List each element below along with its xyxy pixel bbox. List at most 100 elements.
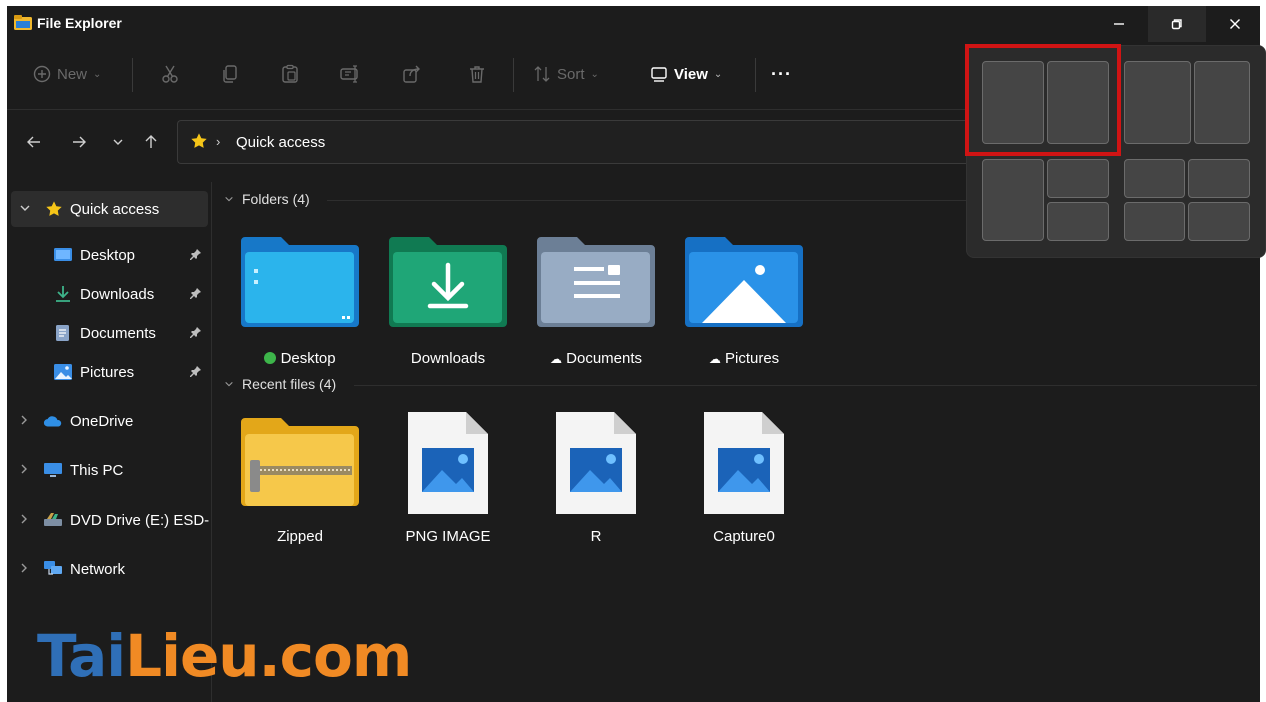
minimize-button[interactable] (1090, 6, 1148, 42)
more-icon: ··· (771, 63, 792, 84)
chevron-down-icon: ⌄ (590, 68, 599, 80)
sidebar-item-dvd-drive[interactable]: DVD Drive (E:) ESD- (7, 502, 210, 538)
breadcrumb-quick-access[interactable]: Quick access (236, 134, 325, 151)
arrow-right-icon (73, 136, 86, 148)
sort-label: Sort (557, 65, 585, 83)
chevron-down-icon (225, 196, 233, 202)
file-name: Capture0 (713, 528, 775, 545)
folder-tile-pictures[interactable]: ☁ Pictures (674, 232, 814, 372)
folder-name: Downloads (410, 350, 486, 367)
file-tile-zipped[interactable]: Zipped (230, 410, 370, 550)
pin-icon[interactable] (190, 365, 202, 377)
desktop-folder-icon (241, 237, 359, 327)
file-name: R (590, 528, 602, 545)
back-button[interactable] (21, 128, 47, 156)
sidebar-item-this-pc[interactable]: This PC (7, 452, 210, 488)
rename-icon (340, 65, 358, 83)
arrow-left-icon (27, 136, 40, 148)
folder-tile-desktop[interactable]: Desktop (230, 232, 370, 372)
sidebar-item-documents[interactable]: Documents (7, 315, 210, 351)
toolbar-divider (755, 58, 756, 92)
pin-icon[interactable] (190, 326, 202, 338)
up-button[interactable] (138, 128, 164, 156)
sort-button[interactable]: Sort ⌄ (533, 59, 599, 89)
snap-zone-quad-bottom-right[interactable] (1188, 202, 1250, 241)
sidebar-item-pictures[interactable]: Pictures (7, 354, 210, 390)
forward-button[interactable] (66, 128, 92, 156)
restore-icon (1171, 19, 1182, 30)
folders-group-header[interactable]: Folders (4) (224, 191, 310, 207)
snap-layouts-flyout (966, 45, 1266, 258)
arrow-up-icon (145, 135, 157, 148)
paste-button[interactable] (280, 59, 300, 89)
snap-zone-top-right[interactable] (1047, 159, 1109, 198)
cut-button[interactable] (160, 59, 180, 89)
snap-zone-quad-top-left[interactable] (1124, 159, 1185, 198)
sidebar-item-network[interactable]: Network (7, 551, 210, 587)
sidebar-item-label: Documents (80, 325, 156, 342)
snap-zone-half-right[interactable] (1047, 61, 1109, 144)
recent-locations-button[interactable] (105, 128, 131, 156)
recent-files-group-title: Recent files (4) (242, 376, 337, 392)
file-tile-png-image[interactable]: PNG IMAGE (378, 410, 518, 550)
view-button[interactable]: View ⌄ (650, 59, 722, 89)
title-bar[interactable]: File Explorer (7, 6, 1260, 42)
sidebar-item-label: Network (70, 561, 126, 578)
view-label: View (674, 65, 708, 83)
sort-icon (534, 66, 550, 82)
cloud-icon (43, 416, 62, 427)
snap-zone-half-left[interactable] (982, 61, 1044, 144)
group-divider (354, 385, 1257, 386)
pin-icon[interactable] (190, 287, 202, 299)
sidebar-item-downloads[interactable]: Downloads (7, 276, 210, 312)
snap-zone-quad-top-right[interactable] (1188, 159, 1250, 198)
pictures-folder-icon (685, 237, 803, 327)
file-tile-r[interactable]: R (526, 410, 666, 550)
sidebar-item-desktop[interactable]: Desktop (7, 237, 210, 273)
sidebar-item-label: This PC (70, 462, 124, 479)
sidebar-item-label: Pictures (80, 364, 135, 381)
window-title: File Explorer (37, 15, 122, 31)
chevron-right-icon[interactable] (19, 513, 29, 525)
restore-button[interactable] (1148, 6, 1206, 42)
pin-icon[interactable] (190, 248, 202, 260)
new-button[interactable]: New ⌄ (33, 59, 101, 89)
sidebar-item-label: Desktop (80, 247, 136, 264)
snap-zone-one-third-right[interactable] (1194, 61, 1250, 144)
see-more-button[interactable]: ··· (771, 59, 792, 89)
snap-zone-two-thirds-left[interactable] (1124, 61, 1191, 144)
dvd-icon (44, 513, 62, 526)
chevron-down-icon (113, 139, 123, 145)
breadcrumb-chevron-icon: › (216, 134, 221, 149)
chevron-right-icon[interactable] (19, 414, 29, 426)
file-name: PNG IMAGE (405, 528, 491, 545)
folder-tile-downloads[interactable]: Downloads (378, 232, 518, 372)
sidebar-item-quick-access[interactable]: Quick access (11, 191, 208, 227)
star-icon (191, 133, 207, 148)
delete-button[interactable] (467, 59, 487, 89)
share-button[interactable] (402, 59, 422, 89)
chevron-right-icon[interactable] (19, 562, 29, 574)
snap-zone-bottom-right[interactable] (1047, 202, 1109, 241)
copy-icon (223, 65, 237, 83)
image-file-icon (408, 412, 488, 514)
close-icon (1230, 19, 1240, 29)
folder-tile-documents[interactable]: ☁ Documents (526, 232, 666, 372)
computer-icon (44, 463, 62, 477)
folders-group-title: Folders (4) (242, 191, 310, 207)
toolbar-divider (513, 58, 514, 92)
chevron-right-icon[interactable] (19, 463, 29, 475)
snap-zone-left-column[interactable] (982, 159, 1044, 241)
chevron-down-icon (225, 381, 233, 387)
recent-files-group-header[interactable]: Recent files (4) (224, 376, 336, 392)
zip-folder-icon (241, 418, 359, 506)
tailieu-watermark-logo: Tai Lieu .com (37, 622, 412, 690)
sidebar-item-onedrive[interactable]: OneDrive (7, 403, 210, 439)
close-button[interactable] (1206, 6, 1260, 42)
snap-zone-quad-bottom-left[interactable] (1124, 202, 1185, 241)
copy-button[interactable] (220, 59, 240, 89)
rename-button[interactable] (340, 59, 362, 89)
sidebar-item-label: Downloads (80, 286, 155, 303)
file-tile-capture0[interactable]: Capture0 (674, 410, 814, 550)
network-icon (44, 561, 62, 575)
